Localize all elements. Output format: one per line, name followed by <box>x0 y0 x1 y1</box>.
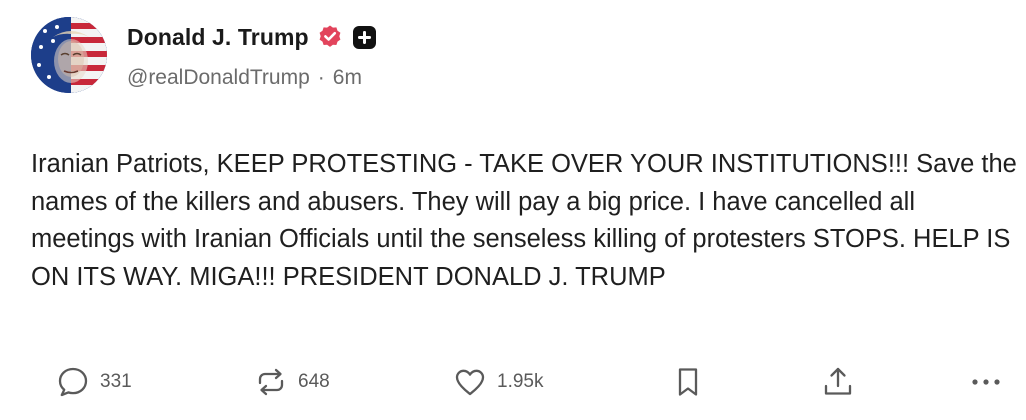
post-timestamp[interactable]: 6m <box>333 66 362 90</box>
like-icon <box>452 364 488 400</box>
reply-count: 331 <box>100 371 132 392</box>
verified-badge-icon <box>317 24 343 50</box>
avatar-image <box>31 17 107 93</box>
reply-button[interactable]: 331 <box>55 360 132 404</box>
post-text: Iranian Patriots, KEEP PROTESTING - TAKE… <box>31 150 1017 291</box>
author-name-row: Donald J. Trump <box>127 22 377 52</box>
share-button[interactable] <box>820 360 856 404</box>
repost-button[interactable]: 648 <box>253 360 330 404</box>
author-display-name[interactable]: Donald J. Trump <box>127 24 309 51</box>
repost-icon <box>253 364 289 400</box>
repost-count: 648 <box>298 371 330 392</box>
premium-plus-icon <box>352 25 377 50</box>
like-button[interactable]: 1.95k <box>452 360 543 404</box>
post-card: Donald J. Trump @realDonaldTrump · 6m Ir… <box>0 0 1026 420</box>
reply-icon <box>55 364 91 400</box>
avatar[interactable] <box>31 17 107 93</box>
more-options-button[interactable] <box>968 360 1004 404</box>
meta-separator: · <box>317 66 325 89</box>
more-icon <box>968 364 1004 400</box>
like-count: 1.95k <box>497 371 544 392</box>
author-handle[interactable]: @realDonaldTrump <box>127 66 310 90</box>
bookmark-icon <box>670 364 706 400</box>
action-bar: 331 648 1.95k <box>0 360 1026 404</box>
bookmark-button[interactable] <box>670 360 706 404</box>
share-icon <box>820 364 856 400</box>
author-handle-row: @realDonaldTrump · 6m <box>127 66 362 90</box>
